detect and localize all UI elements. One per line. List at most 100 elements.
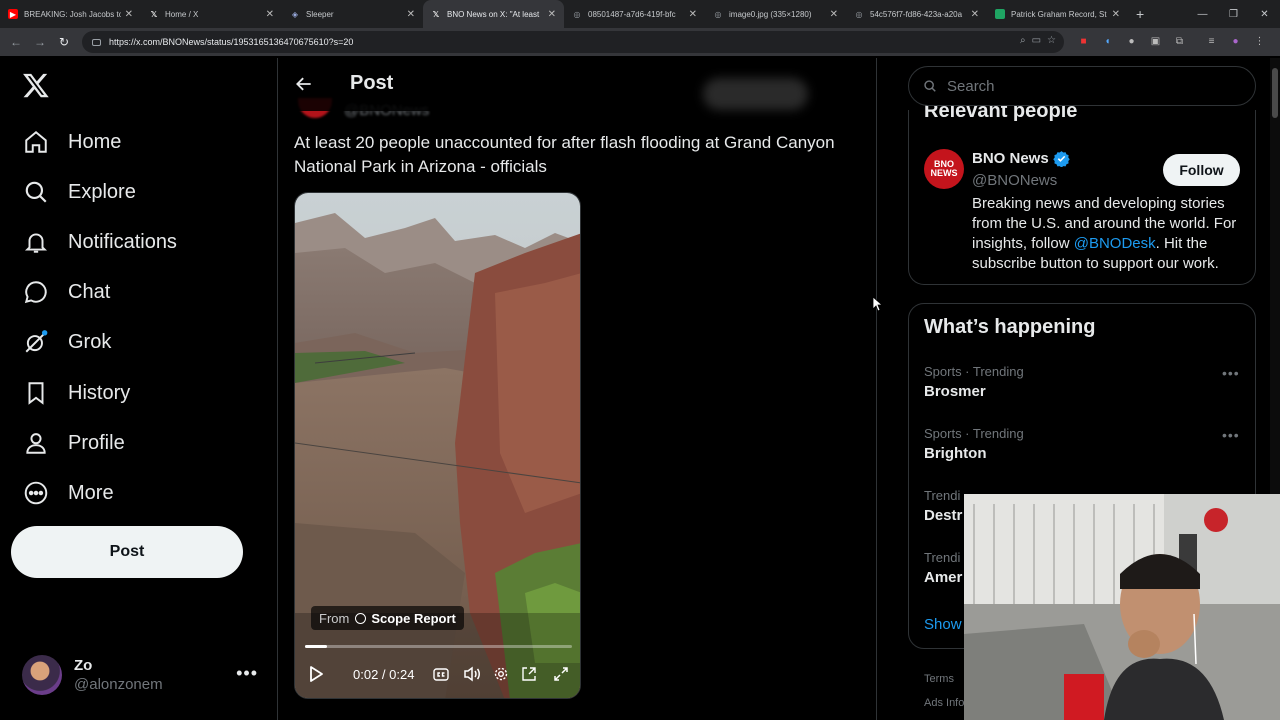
media-icon[interactable]: ≡: [1204, 34, 1219, 49]
footer-terms-link[interactable]: Terms: [924, 673, 954, 685]
bno-news-avatar[interactable]: BNO NEWS: [924, 149, 964, 189]
browser-tab[interactable]: Patrick Graham Record, St ✕: [987, 0, 1128, 28]
captions-icon[interactable]: [431, 659, 451, 689]
sidebar-item-chat[interactable]: Chat: [22, 274, 110, 310]
extension-icon[interactable]: ▣: [1148, 34, 1163, 49]
window-controls: — ❐ ✕: [1187, 0, 1280, 28]
extension-icon[interactable]: ●: [1124, 34, 1139, 49]
video-progress-fill: [305, 645, 328, 648]
avatar[interactable]: [22, 655, 62, 695]
show-more-link[interactable]: Show: [924, 616, 962, 633]
browser-tab[interactable]: ◈ Sleeper ✕: [282, 0, 423, 28]
footer-ads-info-link[interactable]: Ads Info: [924, 697, 964, 709]
window-close-icon[interactable]: ✕: [1249, 9, 1280, 20]
settings-gear-icon[interactable]: [491, 659, 511, 689]
tab-title: 08501487-a7d6-419f-bfc: [588, 9, 676, 19]
follow-button[interactable]: Follow: [1163, 154, 1240, 186]
close-icon[interactable]: ✕: [125, 9, 133, 20]
trend-name[interactable]: Brighton: [924, 445, 986, 462]
sidebar-item-label: Profile: [68, 431, 125, 454]
cast-icon[interactable]: ▭: [1032, 35, 1041, 46]
person-icon: [22, 429, 50, 457]
browser-tab-active[interactable]: 𝕏 BNO News on X: "At least ✕: [423, 0, 564, 28]
tweet-text: At least 20 people unaccounted for after…: [294, 133, 835, 176]
sidebar-item-home[interactable]: Home: [22, 124, 121, 160]
browser-menu-icon[interactable]: ⋮: [1252, 34, 1267, 49]
video-progress-bar[interactable]: [305, 645, 572, 648]
new-tab-plus-icon[interactable]: +: [1136, 6, 1144, 22]
webcam-overlay: [964, 494, 1280, 720]
trend-name[interactable]: Destr: [924, 507, 962, 524]
zoom-icon[interactable]: ⌕: [1020, 35, 1026, 46]
profile-avatar-icon[interactable]: ●: [1228, 34, 1243, 49]
close-icon[interactable]: ✕: [407, 9, 415, 20]
tab-title: BNO News on X: "At least: [447, 9, 540, 19]
account-handle[interactable]: @BNONews: [972, 172, 1057, 189]
search-input[interactable]: Search: [908, 66, 1256, 106]
back-arrow-icon[interactable]: [294, 74, 314, 94]
post-button[interactable]: Post: [11, 526, 243, 578]
trend-name[interactable]: Brosmer: [924, 383, 986, 400]
video-player[interactable]: From Scope Report 0:02 / 0:24: [294, 192, 581, 699]
tab-title: BREAKING: Josh Jacobs to: [24, 9, 121, 19]
sheets-icon: [995, 9, 1005, 19]
globe-icon: ◎: [573, 9, 581, 19]
blurred-button[interactable]: [703, 78, 808, 110]
account-switcher[interactable]: Zo @alonzonem •••: [22, 653, 262, 697]
account-name-row[interactable]: BNO News: [972, 150, 1070, 167]
browser-tab[interactable]: 𝕏 Home / X ✕: [141, 0, 282, 28]
site-info-icon[interactable]: [92, 38, 101, 46]
minimize-icon[interactable]: —: [1187, 9, 1218, 20]
close-icon[interactable]: ✕: [548, 9, 556, 20]
video-controls: 0:02 / 0:24: [295, 659, 580, 689]
bio-mention-link[interactable]: @BNODesk: [1074, 235, 1156, 252]
video-time: 0:02 / 0:24: [353, 666, 415, 682]
restore-icon[interactable]: ❐: [1218, 9, 1249, 20]
sidebar-item-grok[interactable]: Grok: [22, 324, 111, 360]
forward-icon[interactable]: →: [28, 35, 52, 49]
browser-tab[interactable]: ◎ 54c576f7-fd86-423a-a20a ✕: [846, 0, 987, 28]
browser-tab[interactable]: ▶ BREAKING: Josh Jacobs to ✕: [0, 0, 141, 28]
volume-icon[interactable]: [461, 659, 483, 689]
bookmark-star-icon[interactable]: ☆: [1047, 35, 1056, 46]
extensions-puzzle-icon[interactable]: ⧉: [1172, 34, 1187, 49]
sidebar-item-profile[interactable]: Profile: [22, 425, 125, 461]
extension-icon[interactable]: ◖: [1100, 34, 1115, 49]
back-icon[interactable]: ←: [4, 35, 28, 49]
close-icon[interactable]: ✕: [971, 9, 979, 20]
browser-tab[interactable]: ◎ 08501487-a7d6-419f-bfc ✕: [564, 0, 705, 28]
more-dots-icon[interactable]: •••: [236, 663, 258, 684]
reload-icon[interactable]: ↻: [52, 35, 76, 49]
bookmark-icon: [22, 379, 50, 407]
trend-name[interactable]: Amer: [924, 569, 962, 586]
avatar-logo-text: NEWS: [930, 168, 958, 178]
close-icon[interactable]: ✕: [1112, 9, 1120, 20]
sidebar-item-more[interactable]: More: [22, 475, 114, 511]
close-icon[interactable]: ✕: [689, 9, 697, 20]
account-name[interactable]: BNO News: [972, 150, 1049, 167]
picture-in-picture-icon[interactable]: [519, 659, 539, 689]
sidebar-item-label: Explore: [68, 180, 136, 203]
fullscreen-icon[interactable]: [551, 659, 571, 689]
sidebar-item-history[interactable]: History: [22, 375, 130, 411]
address-bar[interactable]: https://x.com/BNONews/status/19531651364…: [82, 31, 1064, 53]
video-source-badge[interactable]: From Scope Report: [311, 606, 464, 630]
browser-tab[interactable]: ◎ image0.jpg (335×1280) ✕: [705, 0, 846, 28]
account-bio: Breaking news and developing stories fro…: [972, 194, 1244, 274]
sidebar-item-explore[interactable]: Explore: [22, 174, 136, 210]
grok-icon: [22, 328, 50, 356]
more-dots-icon[interactable]: •••: [1222, 427, 1240, 443]
close-icon[interactable]: ✕: [830, 9, 838, 20]
play-icon[interactable]: [303, 659, 329, 689]
close-icon[interactable]: ✕: [266, 9, 274, 20]
home-icon: [22, 128, 50, 156]
url-text[interactable]: https://x.com/BNONews/status/19531651364…: [109, 37, 353, 47]
more-dots-icon[interactable]: •••: [1222, 365, 1240, 381]
extension-icon[interactable]: ■: [1076, 34, 1091, 49]
sidebar-item-notifications[interactable]: Notifications: [22, 224, 177, 260]
whats-happening-title: What’s happening: [924, 316, 1096, 338]
video-source-name[interactable]: Scope Report: [371, 611, 456, 626]
x-logo-icon[interactable]: [22, 71, 50, 99]
trend-meta: Trendi: [924, 550, 961, 565]
scrollbar-thumb[interactable]: [1272, 68, 1278, 118]
